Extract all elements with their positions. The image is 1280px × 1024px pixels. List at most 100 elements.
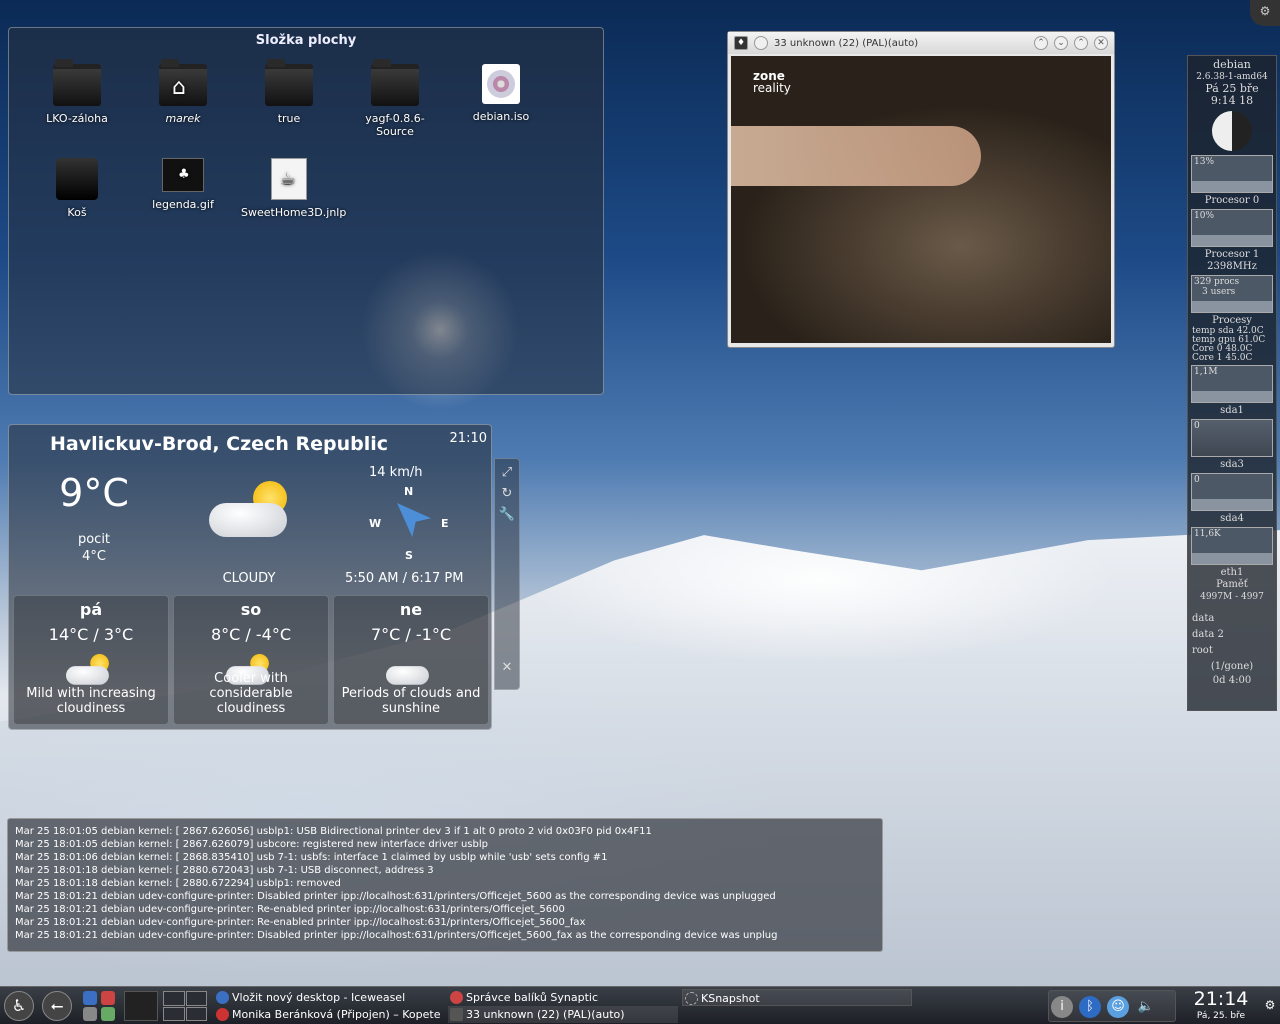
system-tray: i ᛒ ☺ 🔈: [1048, 990, 1176, 1022]
log-line: Mar 25 18:01:18 debian kernel: [ 2880.67…: [15, 865, 434, 876]
icon-label: Koš: [67, 206, 87, 219]
desktop-icon-trash[interactable]: Koš: [29, 158, 125, 219]
task-ksnapshot[interactable]: KSnapshot: [682, 989, 912, 1006]
panel-toolbox-icon[interactable]: ⚙: [1262, 990, 1278, 1020]
close-button[interactable]: ✕: [1094, 36, 1108, 50]
icon-label: LKO-záloha: [46, 112, 108, 125]
wind-direction-icon: [397, 503, 431, 537]
on-all-desktops-button[interactable]: [754, 36, 768, 50]
info-icon[interactable]: i: [1051, 996, 1073, 1018]
remove-widget-icon[interactable]: ✕: [495, 660, 519, 675]
clock-time: 21:14: [1193, 988, 1249, 1010]
icon-label: true: [277, 112, 301, 125]
tv-window-titlebar[interactable]: ♦ 33 unknown (22) (PAL)(auto) ⌃ ⌄ ⌃ ✕: [728, 32, 1114, 54]
desktop-4[interactable]: [185, 1006, 207, 1021]
system-monitor: debian 2.6.38-1-amd64 Pá 25 bře 9:14 18 …: [1187, 55, 1277, 711]
weather-city: Havlickuv-Brod, Czech Republic: [50, 433, 388, 455]
forecast-range: 8°C / -4°C: [210, 625, 292, 644]
sda3-label: sda3: [1220, 459, 1244, 470]
partly-cloudy-icon: [66, 654, 112, 687]
icon-label: legenda.gif: [152, 198, 214, 211]
forecast-day-name: so: [240, 600, 262, 619]
icon-label: debian.iso: [472, 110, 530, 123]
sda4-label: sda4: [1220, 513, 1244, 524]
volume-icon[interactable]: 🔈: [1135, 996, 1157, 1018]
task-synaptic[interactable]: Správce balíků Synaptic: [448, 989, 680, 1006]
log-line: Mar 25 18:01:05 debian kernel: [ 2867.62…: [15, 826, 652, 837]
usb-device-notifier-icon[interactable]: ⭠: [42, 991, 72, 1021]
sda3-graph: 0: [1191, 419, 1273, 457]
task-label: KSnapshot: [701, 992, 760, 1005]
maximize-button[interactable]: ⌃: [1074, 36, 1088, 50]
compass-w: W: [369, 517, 382, 530]
iceweasel-icon: [216, 991, 229, 1004]
moon-phase-icon: [1212, 111, 1252, 151]
desktop-icon-yagf[interactable]: yagf-0.8.6-Source: [347, 59, 443, 138]
forecast-range: 7°C / -1°C: [370, 625, 452, 644]
bluetooth-icon[interactable]: ᛒ: [1079, 996, 1101, 1018]
task-label: Správce balíků Synaptic: [466, 991, 598, 1004]
window-menu-icon[interactable]: ♦: [734, 36, 748, 50]
keep-above-button[interactable]: ⌃: [1034, 36, 1048, 50]
image-file-icon: [162, 158, 204, 192]
browser-launcher-icon[interactable]: [83, 991, 97, 1005]
settings-wrench-icon[interactable]: 🔧: [495, 507, 519, 522]
cpu-frequency: 2398MHz: [1207, 261, 1257, 272]
temp-row: Core 1 45.0C: [1192, 353, 1253, 363]
resize-icon[interactable]: ⤢: [495, 465, 519, 480]
sunrise-sunset: 5:50 AM / 6:17 PM: [345, 571, 464, 586]
desktop-icon-debian-iso[interactable]: debian.iso: [453, 64, 549, 123]
desktop-icon-sweethome[interactable]: SweetHome3D.jnlp: [241, 158, 346, 219]
eth1-label: eth1: [1220, 567, 1244, 578]
compass-e: E: [441, 517, 449, 530]
desktop-1[interactable]: [163, 991, 185, 1006]
procs-count: 329 procs: [1194, 277, 1240, 287]
cpu1-label: Procesor 1: [1204, 249, 1260, 260]
show-desktop-button[interactable]: [124, 991, 158, 1021]
monitor-time: 9:14 18: [1210, 94, 1254, 107]
forecast-day: ne 7°C / -1°C Periods of clouds and suns…: [333, 595, 489, 725]
eth1-value: 11,6K: [1194, 529, 1221, 539]
package-manager-launcher-icon[interactable]: [101, 991, 115, 1005]
home-launcher-icon[interactable]: [83, 1007, 97, 1021]
minimize-button[interactable]: ⌄: [1054, 36, 1068, 50]
channel-logo-line2: reality: [753, 81, 791, 95]
log-line: Mar 25 18:01:06 debian kernel: [ 2868.83…: [15, 852, 608, 863]
desktop-toolbox-icon[interactable]: ⚙: [1250, 0, 1280, 26]
desktop-icon-true[interactable]: true: [241, 59, 337, 125]
desktop-icon-lko-zaloha[interactable]: LKO-záloha: [29, 59, 125, 125]
desktop-3[interactable]: [163, 1006, 185, 1021]
widget-handle[interactable]: ⤢ ↻ 🔧 ✕: [494, 458, 520, 690]
users-count: 3 users: [1202, 287, 1236, 297]
feels-like: pocit 4°C: [39, 531, 149, 565]
kopete-tray-icon[interactable]: ☺: [1107, 996, 1129, 1018]
taskbar-panel: ♿ ⭠ Vložit nový desktop - Iceweasel Sprá…: [0, 986, 1280, 1024]
digital-clock[interactable]: 21:14 Pá, 25. bře: [1182, 987, 1260, 1021]
task-iceweasel[interactable]: Vložit nový desktop - Iceweasel: [214, 989, 444, 1006]
forecast-desc: Cooler with considerable cloudiness: [209, 671, 293, 716]
task-label: Monika Beránková (Připojen) – Kopete: [232, 1008, 441, 1021]
desktop-2[interactable]: [185, 991, 207, 1006]
tv-window[interactable]: ♦ 33 unknown (22) (PAL)(auto) ⌃ ⌄ ⌃ ✕ zo…: [727, 31, 1115, 348]
folder-view-widget: Složka plochy LKO-záloha marek true yagf…: [8, 27, 604, 395]
wind-compass: N W E S: [369, 483, 453, 562]
cpu1-percent: 10%: [1194, 211, 1215, 221]
wind-speed: 14 km/h: [369, 465, 423, 480]
cloudy-icon: [209, 481, 293, 541]
forecast-day-name: pá: [79, 600, 103, 619]
desktop-icon-marek[interactable]: marek: [135, 59, 231, 125]
task-tv[interactable]: 33 unknown (22) (PAL)(auto): [448, 1006, 678, 1023]
rotate-icon[interactable]: ↻: [495, 486, 519, 501]
accessibility-menu-icon[interactable]: ♿: [4, 991, 34, 1021]
settings-launcher-icon[interactable]: [101, 1007, 115, 1021]
mail-status: (1/gone): [1210, 661, 1254, 672]
hostname: debian: [1213, 58, 1251, 71]
virtual-desktop-pager[interactable]: [163, 991, 207, 1021]
compass-n: N: [404, 485, 414, 498]
tv-video-frame[interactable]: zone reality: [731, 56, 1111, 343]
desktop-icon-legenda[interactable]: legenda.gif: [135, 158, 231, 211]
forecast-day-name: ne: [399, 600, 423, 619]
task-kopete[interactable]: Monika Beránková (Připojen) – Kopete: [214, 1006, 444, 1023]
channel-logo: zone reality: [753, 70, 791, 94]
log-line: Mar 25 18:01:21 debian udev-configure-pr…: [15, 930, 778, 941]
